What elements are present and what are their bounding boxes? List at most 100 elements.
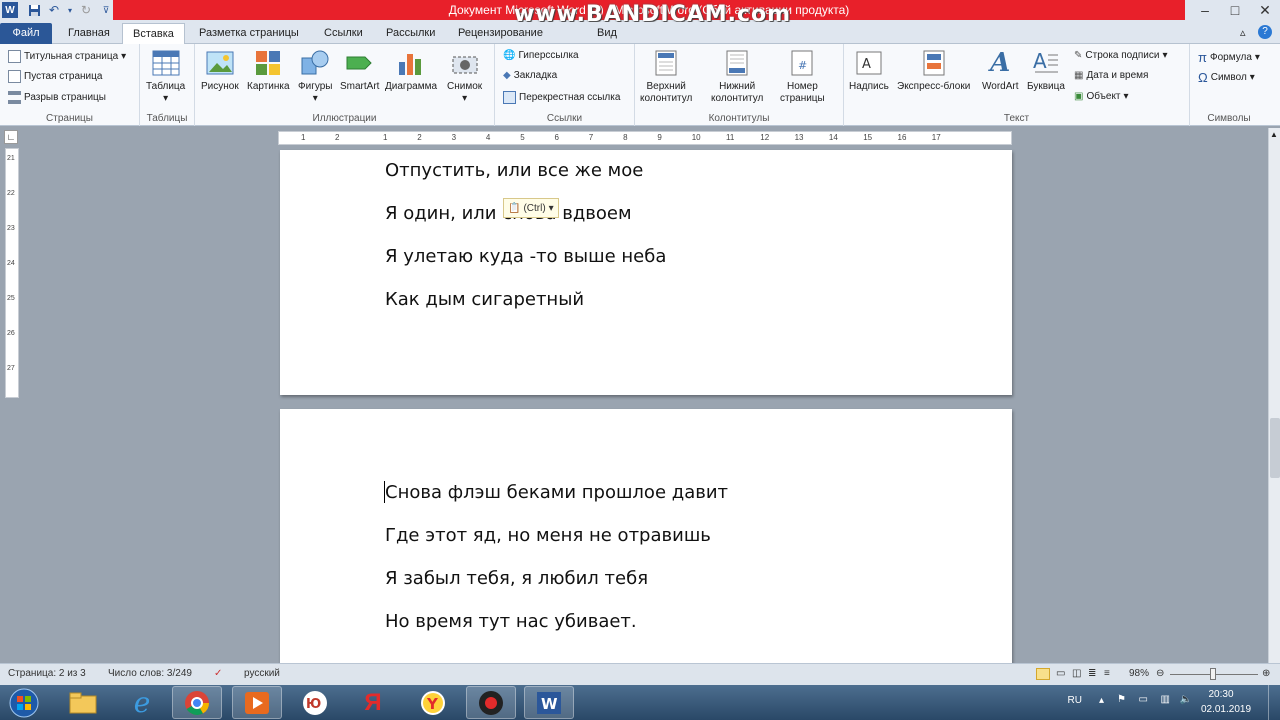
chart-button[interactable]: Диаграмма [385,48,437,93]
language-indicator[interactable]: русский [244,668,280,679]
symbol-button[interactable]: Ω Символ ▾ [1198,70,1255,85]
tab-page-layout[interactable]: Разметка страницы [189,23,309,44]
document-page-1[interactable]: Отпустить, или все же мое Я один, или сн… [280,150,1012,395]
quick-parts-button[interactable]: Экспресс-блоки [897,48,970,93]
tab-mailings[interactable]: Рассылки [376,23,445,44]
object-button[interactable]: ▣ Объект ▾ [1074,91,1129,102]
taskbar-word[interactable]: W [524,686,574,719]
input-language[interactable]: RU [1068,695,1082,706]
tab-review[interactable]: Рецензирование [448,23,553,44]
minimize-button[interactable]: – [1190,0,1220,20]
textbox-button[interactable]: A Надпись [849,48,889,93]
media-player-icon [245,691,269,714]
show-desktop-button[interactable] [1268,685,1280,720]
screenshot-button[interactable]: Снимок ▾ [447,48,482,105]
cross-reference-button[interactable]: Перекрестная ссылка [503,91,620,104]
vertical-ruler[interactable]: 21 22 23 24 25 26 27 [5,148,19,398]
tab-references[interactable]: Ссылки [314,23,373,44]
action-center-icon[interactable]: ⚑ [1117,694,1126,705]
close-button[interactable]: ✕ [1250,0,1280,20]
ruler-number: 1 [383,133,388,142]
taskbar-yandex-browser[interactable]: Y [408,686,458,719]
tab-view[interactable]: Вид [587,23,627,44]
text-line[interactable]: Снова флэш беками прошлое давит [385,482,728,503]
network-icon[interactable]: ▥ [1161,694,1170,705]
zoom-slider-thumb[interactable] [1210,668,1217,680]
document-page-2[interactable]: Снова флэш беками прошлое давит Где этот… [280,409,1012,663]
undo-icon[interactable]: ↶ [46,2,62,18]
table-button[interactable]: Таблица ▾ [146,48,185,105]
bookmark-button[interactable]: ◆ Закладка [503,70,557,81]
zoom-in-icon[interactable]: ⊕ [1262,668,1270,679]
drop-cap-button[interactable]: A Буквица [1027,48,1065,93]
text-line[interactable]: Как дым сигаретный [385,289,584,310]
shapes-button[interactable]: Фигуры ▾ [298,48,332,105]
ribbon-tabs: Файл Главная Вставка Разметка страницы С… [0,22,1280,44]
taskbar-media-player[interactable] [232,686,282,719]
undo-dropdown-icon[interactable]: ▾ [62,2,78,18]
zoom-level[interactable]: 98% [1129,668,1149,679]
tab-insert[interactable]: Вставка [122,23,185,44]
horizontal-ruler[interactable]: 1 2 1 2 3 4 5 6 7 8 9 10 11 12 13 14 15 16 17 [278,131,1012,145]
taskbar-explorer[interactable] [58,686,108,719]
equation-button[interactable]: π Формула ▾ [1198,50,1260,65]
outline-icon[interactable]: ≣ [1088,668,1096,679]
picture-button[interactable]: Рисунок [201,48,239,93]
smartart-button[interactable]: SmartArt [340,48,379,93]
group-label-symbols: Символы [1207,113,1251,124]
clock-time[interactable]: 20:30 [1196,689,1246,700]
clipart-button[interactable]: Картинка [247,48,290,93]
help-icon[interactable]: ? [1258,25,1272,39]
vertical-scrollbar[interactable]: ▲ [1268,128,1280,663]
text-line[interactable]: Но время тут нас убивает. [385,611,637,632]
redo-icon[interactable]: ↻ [78,2,94,18]
hyperlink-button[interactable]: 🌐 Гиперссылка [503,50,579,61]
footer-button[interactable]: Нижний колонтитул [711,48,763,105]
zoom-out-icon[interactable]: ⊖ [1156,668,1164,679]
tab-file[interactable]: Файл [0,23,52,44]
power-icon[interactable]: ▭ [1139,694,1148,705]
save-icon[interactable] [26,2,42,18]
table-icon [151,48,181,78]
taskbar-app-yu[interactable]: Ю [290,686,340,719]
customize-toolbar-icon[interactable]: ⊽ [98,2,114,18]
volume-icon[interactable]: 🔈 [1180,694,1192,705]
scrollbar-thumb[interactable] [1270,418,1280,478]
print-layout-icon[interactable] [1036,668,1050,680]
minimize-ribbon-icon[interactable]: ▵ [1240,26,1246,39]
taskbar-yandex-search[interactable]: Я [348,686,398,719]
web-layout-icon[interactable]: ◫ [1072,668,1081,679]
paste-options-button[interactable]: 📋 (Ctrl) ▾ [503,198,559,218]
page-counter[interactable]: Страница: 2 из 3 [8,668,86,679]
clock-date[interactable]: 02.01.2019 [1196,704,1256,715]
date-time-button[interactable]: ▦ Дата и время [1074,70,1148,81]
taskbar-internet-explorer[interactable]: e [117,686,167,719]
text-line[interactable]: Отпустить, или все же мое [385,160,643,181]
tab-home[interactable]: Главная [58,23,120,44]
blank-page-button[interactable]: Пустая страница [8,70,102,83]
scroll-up-icon[interactable]: ▲ [1270,130,1278,139]
ruler-tab-selector[interactable]: ∟ [4,130,18,144]
spelling-check-icon[interactable]: ✓ [214,668,222,679]
signature-line-button[interactable]: ✎ Строка подписи ▾ [1074,50,1167,61]
tray-expand-icon[interactable]: ▴ [1099,695,1104,706]
text-line[interactable]: Где этот яд, но меня не отравишь [385,525,711,546]
taskbar-bandicam[interactable] [466,686,516,719]
dropdown-arrow-icon: ▾ [548,202,554,214]
taskbar-chrome[interactable] [172,686,222,719]
cover-page-button[interactable]: Титульная страница ▾ [8,50,126,63]
page-number-button[interactable]: # Номер страницы [780,48,825,105]
wordart-button[interactable]: A WordArt [982,48,1019,93]
group-symbols: π Формула ▾ Ω Символ ▾ Символы [1190,44,1268,126]
draft-icon[interactable]: ≡ [1104,668,1110,679]
date-time-icon: ▦ [1074,70,1084,81]
text-line[interactable]: Я улетаю куда -то выше неба [385,246,666,267]
full-screen-reading-icon[interactable]: ▭ [1056,668,1065,679]
word-count[interactable]: Число слов: 3/249 [108,668,192,679]
maximize-button[interactable]: □ [1220,0,1250,20]
start-button[interactable] [4,686,44,719]
word-app-icon[interactable]: W [2,2,18,18]
page-break-button[interactable]: Разрыв страницы [8,91,106,104]
text-line[interactable]: Я забыл тебя, я любил тебя [385,568,648,589]
header-button[interactable]: Верхний колонтитул [640,48,692,105]
